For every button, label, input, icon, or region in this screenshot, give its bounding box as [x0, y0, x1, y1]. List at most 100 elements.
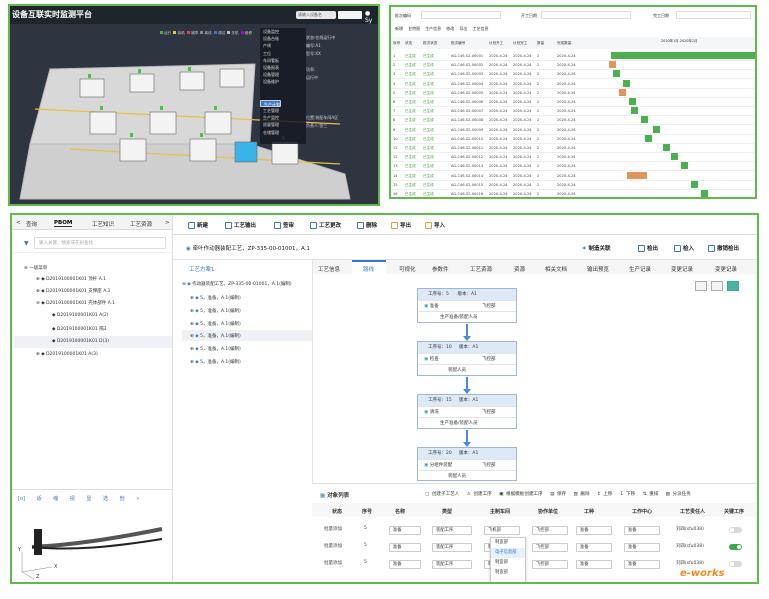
dropdown-option[interactable]: 制造部: [491, 558, 525, 568]
type-select[interactable]: 装配工序: [432, 526, 472, 535]
menu-item[interactable]: 产线: [260, 42, 306, 49]
workshop-dropdown[interactable]: 制造部 电子信息部 制造部 制造部: [490, 537, 526, 582]
gantt-bar[interactable]: [681, 162, 688, 170]
plan-tree-node[interactable]: ⊕ ◆ 5，准备，A.1(编制): [190, 321, 241, 327]
tree-node[interactable]: ⊖ ◆ D2019100001K01 壳体部件 A.1: [36, 300, 115, 306]
craft-select[interactable]: 准备: [576, 560, 612, 569]
type-select[interactable]: 装配工序: [432, 543, 472, 552]
section-icon[interactable]: 剖: [120, 496, 125, 502]
export-button[interactable]: 导出: [459, 26, 467, 31]
menu-item-selected[interactable]: 生产计划: [260, 99, 281, 108]
tab-next-icon[interactable]: >: [165, 220, 170, 226]
plan-tree-node[interactable]: ⊕ ◆ 5，准备，A.1(编制): [190, 308, 241, 314]
gantt-bar[interactable]: [663, 144, 670, 151]
machine[interactable]: [204, 111, 232, 135]
tab-pbom[interactable]: PBOM: [54, 220, 73, 227]
move-up-button[interactable]: ↥ 上移: [597, 492, 613, 497]
export-button[interactable]: 导出: [391, 221, 411, 229]
tab-resource[interactable]: 资源: [514, 265, 525, 273]
tab-process-plan[interactable]: 工艺方案1: [189, 265, 215, 273]
refresh-view-icon[interactable]: [711, 281, 723, 291]
create-step-button[interactable]: ♙ 创建工序: [467, 492, 492, 497]
process-change-button[interactable]: 工艺更改: [310, 221, 341, 229]
menu-item[interactable]: 车间看板: [260, 57, 306, 64]
plan-tree-node[interactable]: ⊕ ◆ 5，准备，A.1(编制): [190, 359, 241, 365]
machine[interactable]: [119, 138, 147, 162]
menu-item[interactable]: 工位: [260, 50, 306, 57]
tab-process-resources[interactable]: 工艺资源: [130, 220, 152, 228]
menu-item[interactable]: 设备台账: [260, 35, 306, 42]
coop-select[interactable]: 飞控部: [532, 543, 568, 552]
tab-route[interactable]: 路线: [363, 265, 374, 273]
batch-code-input[interactable]: [421, 11, 501, 19]
gantt-bar[interactable]: [691, 180, 698, 188]
tab-change-records[interactable]: 变更记录: [671, 265, 693, 273]
edit-view-icon[interactable]: [727, 281, 739, 291]
tree-node[interactable]: ◆ D2019100001K01 隔3: [52, 326, 106, 332]
save-view-icon[interactable]: [695, 281, 707, 291]
tab-production-records[interactable]: 生产记录: [629, 265, 651, 273]
gantt-bar[interactable]: [611, 52, 755, 59]
machine[interactable]: [219, 68, 245, 88]
tree-node-selected[interactable]: ◆ D2019100001K01 D(3): [52, 339, 109, 344]
gantt-bar[interactable]: [609, 61, 616, 69]
name-select[interactable]: 准备: [389, 543, 421, 552]
user-icon[interactable]: ● Sy: [365, 10, 378, 24]
coop-select[interactable]: 飞控部: [532, 526, 568, 535]
process-output-button[interactable]: 工艺输出: [225, 221, 256, 229]
gantt-bar[interactable]: [627, 171, 647, 179]
filter-icon[interactable]: ▼: [24, 240, 29, 247]
menu-item[interactable]: 设备报表: [260, 64, 306, 71]
menu-item[interactable]: [260, 86, 306, 93]
gantt-bar[interactable]: [671, 153, 678, 161]
end-date-input[interactable]: [676, 11, 751, 19]
move-down-button[interactable]: ↧ 下移: [620, 492, 636, 497]
tab-process-knowledge[interactable]: 工艺知识: [92, 220, 114, 228]
zoom-fit-icon[interactable]: 适: [37, 496, 42, 502]
gantt-bar[interactable]: [629, 98, 636, 105]
tab-change-records-2[interactable]: 变更记录: [715, 265, 737, 273]
gantt-bar[interactable]: [641, 116, 648, 124]
dropdown-option-highlighted[interactable]: 电子信息部: [491, 548, 525, 558]
plan-tree-node[interactable]: ⊕ ◆ 5，准备，A.1(编制): [190, 295, 241, 301]
tab-related-docs[interactable]: 相关文档: [545, 265, 567, 273]
craft-select[interactable]: 准备: [576, 543, 612, 552]
machine[interactable]: [271, 141, 299, 165]
workshop-select[interactable]: 飞机部: [484, 526, 520, 535]
gantt-button[interactable]: 甘特图: [408, 26, 420, 31]
menu-item[interactable]: 设备监控: [260, 28, 306, 35]
craft-select[interactable]: 准备: [576, 526, 612, 535]
select-icon[interactable]: 选: [103, 496, 108, 502]
tab-params[interactable]: 参数件: [432, 265, 449, 273]
manufacturing-link-button[interactable]: ✷ 制造关联: [582, 244, 611, 252]
menu-item[interactable]: 质量管理: [260, 121, 306, 128]
flow-node[interactable]: 工序号：10 版本：A1 ▣ 检查 飞控部 装配人员: [417, 341, 517, 376]
gantt-bar[interactable]: [631, 107, 638, 115]
checkin-button[interactable]: 检入: [674, 244, 694, 252]
review-button[interactable]: 签审: [274, 221, 294, 229]
menu-item[interactable]: 生产监控: [260, 114, 306, 121]
center-select[interactable]: 准备: [624, 543, 660, 552]
save-list-button[interactable]: ▤ 保存: [550, 492, 566, 497]
machine[interactable]: [129, 73, 155, 93]
plan-tree-root[interactable]: ⊖ ◆ 作动器装配工艺，ZP-335-00-01001，A.1(编制): [182, 281, 292, 287]
dropdown-option[interactable]: 制造部: [491, 538, 525, 548]
machine[interactable]: [149, 111, 177, 135]
tab-query[interactable]: 查询: [26, 220, 37, 228]
key-step-toggle[interactable]: [729, 561, 742, 567]
monitor-search-button[interactable]: [338, 11, 362, 19]
new-button[interactable]: 新建: [188, 221, 208, 229]
process-info-button[interactable]: 工艺信息: [472, 26, 488, 31]
view-icon[interactable]: 视: [70, 496, 75, 502]
machine-selected[interactable]: [234, 141, 258, 163]
more-icon[interactable]: »: [136, 496, 139, 502]
tree-search-input[interactable]: 输入关键、搜索或在树查找: [34, 237, 166, 249]
tab-prev-icon[interactable]: <: [16, 220, 21, 226]
monitor-search-input[interactable]: 请输入设备名: [296, 11, 336, 19]
tab-process-info[interactable]: 工艺信息: [318, 265, 340, 273]
machine[interactable]: [189, 138, 217, 162]
tab-resources[interactable]: 工艺资源: [470, 265, 492, 273]
gantt-bar[interactable]: [645, 134, 652, 142]
undo-checkout-button[interactable]: 撤销检出: [708, 244, 739, 252]
gantt-row[interactable]: 16 已生成 已生成 AG-C46-S2-00016 2020-4-24 2020-4-2…: [391, 189, 605, 197]
